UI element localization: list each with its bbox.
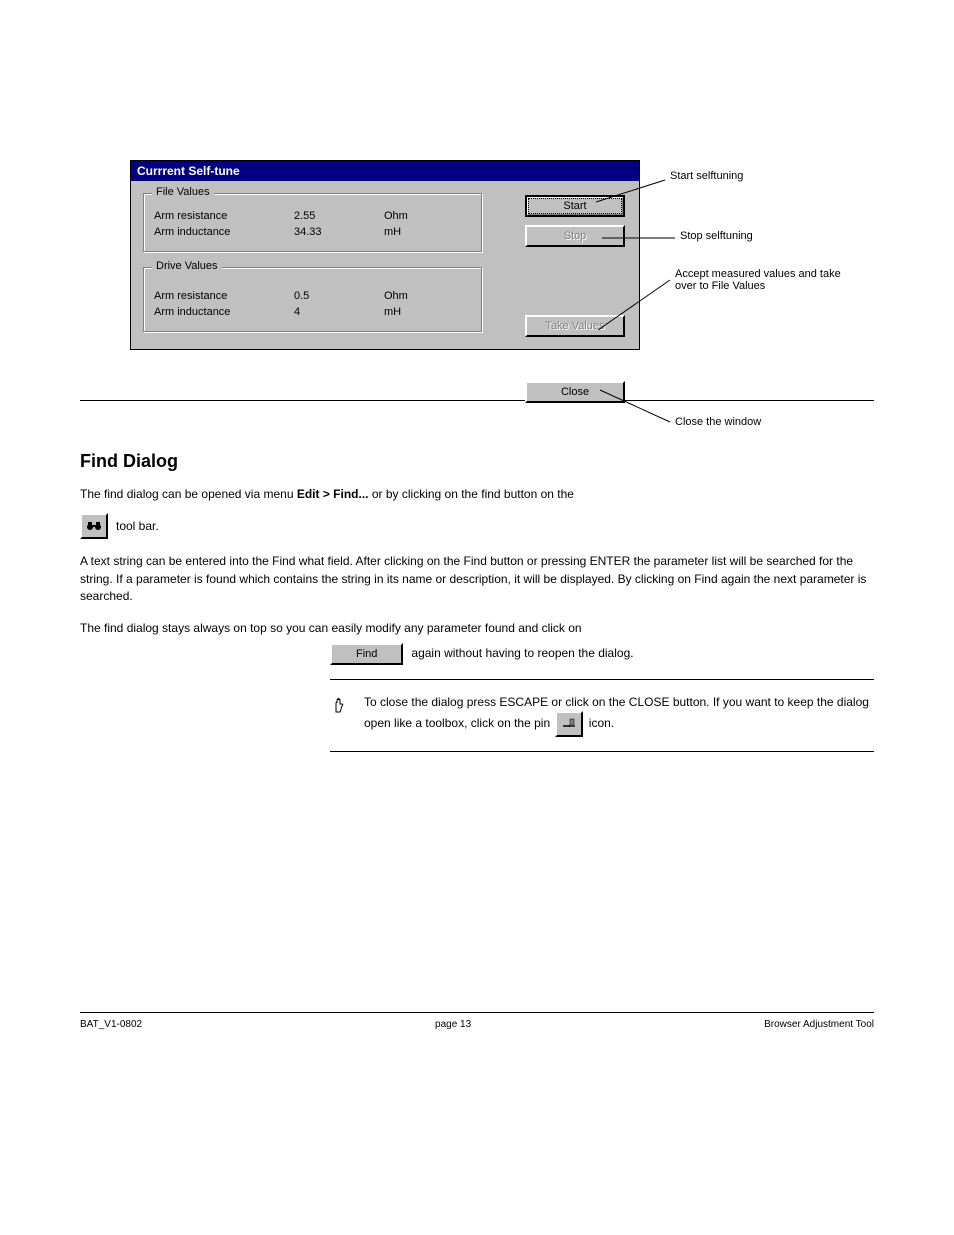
footer-center: page 13	[435, 1019, 471, 1030]
selftune-dialog: Currrent Self-tune Start Stop Take Value…	[130, 160, 640, 350]
para-text: tool bar.	[116, 518, 159, 535]
hand-icon	[330, 694, 354, 737]
param-label: Arm inductance	[154, 226, 294, 238]
close-button[interactable]: Close	[525, 381, 625, 403]
table-row: Arm resistance 0.5 Ohm	[154, 290, 472, 302]
drive-values-legend: Drive Values	[152, 260, 222, 272]
para-text: or by clicking on the find button on the	[372, 487, 574, 501]
stop-button[interactable]: Stop	[525, 225, 625, 247]
param-value: 2.55	[294, 210, 384, 222]
para-text: The find dialog stays always on top so y…	[80, 621, 582, 635]
param-label: Arm resistance	[154, 210, 294, 222]
param-unit: mH	[384, 306, 424, 318]
section-heading: Find Dialog	[80, 451, 874, 472]
find-button[interactable]: Find	[330, 643, 403, 665]
tip-text: To close the dialog press ESCAPE or clic…	[364, 695, 869, 731]
take-values-button[interactable]: Take Values	[525, 315, 625, 337]
drive-values-group: Drive Values Arm resistance 0.5 Ohm Arm …	[143, 267, 483, 333]
file-values-group: File Values Arm resistance 2.55 Ohm Arm …	[143, 193, 483, 253]
callout-stop: Stop selftuning	[680, 230, 753, 242]
param-unit: mH	[384, 226, 424, 238]
callout-take: Accept measured values and take over to …	[675, 268, 855, 292]
menu-path: Edit > Find...	[297, 487, 369, 501]
param-value: 4	[294, 306, 384, 318]
callout-start: Start selftuning	[670, 170, 743, 182]
dialog-titlebar: Currrent Self-tune	[131, 161, 639, 181]
param-unit: Ohm	[384, 290, 424, 302]
param-label: Arm inductance	[154, 306, 294, 318]
table-row: Arm inductance 34.33 mH	[154, 226, 472, 238]
para-text: A text string can be entered into the Fi…	[80, 553, 874, 605]
file-values-legend: File Values	[152, 186, 214, 198]
callout-close: Close the window	[675, 416, 761, 428]
table-row: Arm inductance 4 mH	[154, 306, 472, 318]
param-label: Arm resistance	[154, 290, 294, 302]
param-value: 0.5	[294, 290, 384, 302]
footer-right: Browser Adjustment Tool	[764, 1019, 874, 1030]
para-text: again without having to reopen the dialo…	[411, 645, 633, 662]
table-row: Arm resistance 2.55 Ohm	[154, 210, 472, 222]
para-text: The find dialog can be opened via menu	[80, 487, 297, 501]
binoculars-icon[interactable]	[80, 513, 108, 539]
tip-text: icon.	[589, 717, 614, 731]
pin-icon[interactable]	[555, 711, 583, 737]
start-button[interactable]: Start	[525, 195, 625, 217]
param-unit: Ohm	[384, 210, 424, 222]
footer-left: BAT_V1-0802	[80, 1019, 142, 1030]
param-value: 34.33	[294, 226, 384, 238]
